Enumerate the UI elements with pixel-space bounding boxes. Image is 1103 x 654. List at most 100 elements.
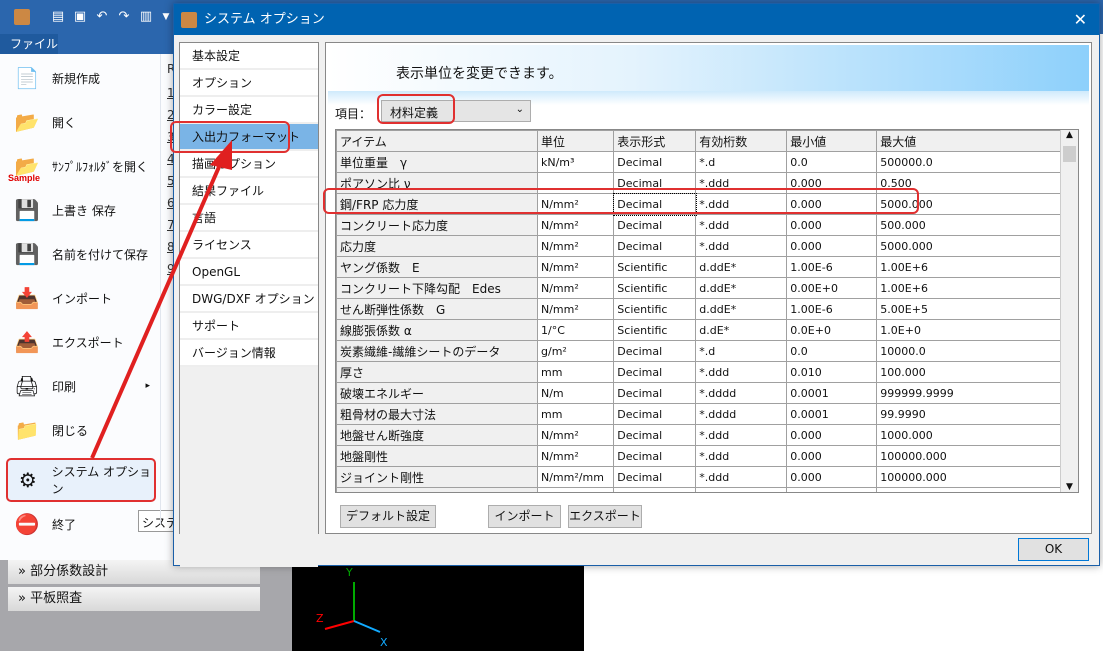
table-cell[interactable]: 10000.0 — [876, 340, 1078, 362]
table-cell[interactable]: 100000.000 — [876, 487, 1078, 492]
table-cell[interactable]: N/m — [536, 382, 615, 404]
export-button[interactable]: エクスポート — [568, 505, 642, 528]
table-cell[interactable]: 0.000 — [786, 487, 878, 492]
file-menu-item[interactable]: 💾 上書き 保存 — [6, 188, 156, 232]
table-cell[interactable]: 1/°C — [536, 319, 615, 341]
table-cell[interactable]: 0.0001 — [786, 403, 878, 425]
table-cell[interactable]: *.d — [695, 340, 788, 362]
table-cell[interactable]: N/mm² — [536, 214, 615, 236]
table-row[interactable]: 線膨張係数 α 1/°C Scientific d.dE* 0.0E+0 1.0E+0 — [336, 319, 1078, 341]
table-row[interactable]: 単位重量 γ kN/m³ Decimal *.d 0.0 500000.0 — [336, 151, 1078, 173]
table-cell[interactable]: d.ddE* — [695, 277, 788, 299]
table-cell[interactable]: Decimal — [613, 403, 697, 425]
table-cell[interactable]: 0.000 — [786, 445, 878, 467]
table-cell[interactable]: 0.0 — [786, 340, 878, 362]
table-cell[interactable]: d.ddE* — [695, 256, 788, 278]
table-cell[interactable]: d.ddE* — [695, 298, 788, 320]
column-header[interactable]: 最小値 — [786, 130, 878, 152]
file-menu-item[interactable]: 📥 インポート — [6, 276, 156, 320]
table-cell[interactable]: d.dE* — [695, 319, 788, 341]
table-cell[interactable]: 0.010 — [786, 361, 878, 383]
table-cell[interactable]: 0.0001 — [786, 382, 878, 404]
table-cell[interactable]: 500000.0 — [876, 151, 1078, 173]
table-cell[interactable]: Decimal — [613, 361, 697, 383]
table-cell[interactable]: N/mm² — [536, 277, 615, 299]
nav-item[interactable]: 基本設定 — [180, 43, 318, 70]
scroll-up-icon[interactable]: ▲ — [1061, 130, 1078, 146]
table-cell[interactable]: *.ddd — [695, 235, 788, 257]
column-header[interactable]: 最大値 — [876, 130, 1078, 152]
table-cell[interactable]: Scientific — [613, 298, 697, 320]
nav-item[interactable]: OpenGL — [180, 259, 318, 286]
table-cell[interactable]: *.ddd — [695, 361, 788, 383]
3d-viewport[interactable]: Y Z X — [292, 566, 584, 651]
nav-item[interactable]: 描画オプション — [180, 151, 318, 178]
table-row[interactable]: 粗骨材の最大寸法 mm Decimal *.dddd 0.0001 99.9990 — [336, 403, 1078, 425]
table-cell[interactable]: Decimal — [613, 340, 697, 362]
table-cell[interactable]: Decimal — [613, 466, 697, 488]
close-icon[interactable]: ✕ — [1074, 4, 1087, 35]
file-menu-item[interactable]: ⚙ システム オプション — [6, 458, 156, 502]
nav-item[interactable]: バージョン情報 — [180, 340, 318, 367]
file-menu-item[interactable]: 📄 新規作成 — [6, 56, 156, 100]
table-cell[interactable]: 0.00E+0 — [786, 277, 878, 299]
table-cell[interactable]: 0.0E+0 — [786, 319, 878, 341]
column-header[interactable]: 表示形式 — [613, 130, 697, 152]
table-cell[interactable]: 1.00E+6 — [876, 277, 1078, 299]
save-icon[interactable]: ▣ — [72, 9, 88, 25]
table-cell[interactable]: 0.0 — [786, 151, 878, 173]
table-cell[interactable]: Decimal — [613, 445, 697, 467]
table-cell[interactable]: 1000.000 — [876, 424, 1078, 446]
nav-item[interactable]: 結果ファイル — [180, 178, 318, 205]
table-cell[interactable]: 0.000 — [786, 214, 878, 236]
table-cell[interactable]: Decimal — [613, 214, 697, 236]
table-row[interactable]: 応力度 N/mm² Decimal *.ddd 0.000 5000.000 — [336, 235, 1078, 257]
table-scrollbar[interactable]: ▲ ▼ — [1060, 130, 1078, 492]
column-header[interactable]: 単位 — [536, 130, 615, 152]
table-cell[interactable]: 500.000 — [876, 214, 1078, 236]
table-cell[interactable]: *.ddd — [695, 424, 788, 446]
table-cell[interactable]: N/mm²/mm — [536, 466, 615, 488]
table-cell[interactable]: *.ddd — [695, 445, 788, 467]
table-row[interactable]: 炭素繊維-繊維シートのデータ g/m² Decimal *.d 0.0 10000.0 — [336, 340, 1078, 362]
table-cell[interactable]: 100.000 — [876, 361, 1078, 383]
redo-icon[interactable]: ↷ — [116, 9, 132, 25]
nav-item[interactable]: オプション — [180, 70, 318, 97]
table-cell[interactable]: N/mm² — [536, 256, 615, 278]
ok-button[interactable]: OK — [1018, 538, 1089, 561]
panel-item-plate-check[interactable]: » 平板照査 — [8, 587, 260, 611]
table-cell[interactable]: kN/mm²/mm — [536, 487, 615, 492]
table-cell[interactable]: N/mm² — [536, 445, 615, 467]
column-header[interactable]: アイテム — [336, 130, 538, 152]
table-row[interactable]: せん断弾性係数 G N/mm² Scientific d.ddE* 1.00E-6 5.0… — [336, 298, 1078, 320]
file-menu-item[interactable]: 📁 閉じる — [6, 408, 156, 452]
file-menu-item[interactable]: 📂 Sample ｻﾝﾌﾟﾙﾌｫﾙﾀﾞを開く — [6, 144, 156, 188]
table-row[interactable]: ジョイント剛性 N/mm²/mm Decimal *.ddd 0.000 100000.0… — [336, 466, 1078, 488]
table-cell[interactable]: *.ddd — [695, 214, 788, 236]
table-row[interactable]: ヤング係数 E N/mm² Scientific d.ddE* 1.00E-6 1.00E… — [336, 256, 1078, 278]
table-row[interactable]: ジョイント接触剛性kN/mm²/mmDecimal*.ddd0.00010000… — [336, 487, 1078, 492]
file-menu-item[interactable]: ⛔ 終了 — [6, 502, 156, 546]
nav-item[interactable]: ライセンス — [180, 232, 318, 259]
open-icon[interactable]: ▤ — [50, 9, 66, 25]
table-cell[interactable]: g/m² — [536, 340, 615, 362]
import-button[interactable]: インポート — [488, 505, 561, 528]
dropdown-icon[interactable]: ▼ — [158, 9, 174, 25]
table-cell[interactable]: Decimal — [613, 382, 697, 404]
nav-item[interactable]: DWG/DXF オプション — [180, 286, 318, 313]
table-cell[interactable]: Scientific — [613, 319, 697, 341]
table-row[interactable]: 厚さ mm Decimal *.ddd 0.010 100.000 — [336, 361, 1078, 383]
table-cell[interactable]: *.ddd — [695, 487, 788, 492]
table-cell[interactable]: Decimal — [613, 487, 697, 492]
file-menu-item[interactable]: 🖨 印刷 ▸ — [6, 364, 156, 408]
table-cell[interactable]: Decimal — [613, 424, 697, 446]
table-cell[interactable]: mm — [536, 403, 615, 425]
table-cell[interactable]: Scientific — [613, 277, 697, 299]
undo-icon[interactable]: ↶ — [94, 9, 110, 25]
nav-item[interactable]: 言語 — [180, 205, 318, 232]
table-row[interactable]: コンクリート応力度 N/mm² Decimal *.ddd 0.000 500.000 — [336, 214, 1078, 236]
table-cell[interactable]: 5.00E+5 — [876, 298, 1078, 320]
table-cell[interactable]: 5000.000 — [876, 235, 1078, 257]
table-row[interactable]: コンクリート下降勾配 Edes N/mm² Scientific d.ddE* 0.00… — [336, 277, 1078, 299]
file-tab[interactable]: ファイル — [0, 34, 58, 54]
